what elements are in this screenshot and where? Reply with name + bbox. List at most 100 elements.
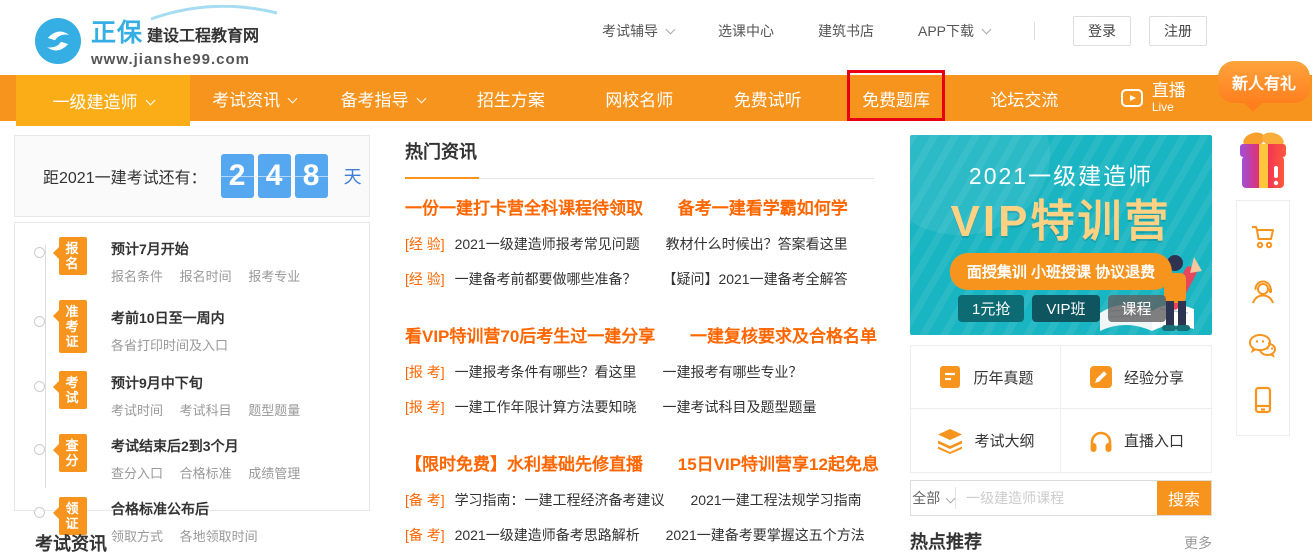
countdown-unit: 天 xyxy=(344,163,362,189)
news-tag: [经 验] xyxy=(405,271,445,287)
timeline-link[interactable]: 领取方式 xyxy=(111,529,163,544)
news-link[interactable]: 学习指南：一建工程经济备考建议 xyxy=(455,492,665,508)
search-input[interactable] xyxy=(956,481,1157,515)
news-headline-link[interactable]: 一份一建打卡营全科课程待领取 xyxy=(405,199,643,218)
chevron-down-icon xyxy=(666,25,676,35)
banner-button-one-yuan[interactable]: 1元抢 xyxy=(958,295,1024,322)
news-link[interactable]: 一建备考前都要做哪些准备？ xyxy=(455,271,637,287)
quicklink-exam-syllabus[interactable]: 考试大纲 xyxy=(911,409,1061,472)
timeline-link[interactable]: 各地领取时间 xyxy=(180,529,258,544)
topnav-app-download[interactable]: APP下载 xyxy=(918,21,990,41)
timeline-step-admission-ticket: 准考证 考前10日至一周内 各省打印时间及入口 xyxy=(15,300,369,356)
timeline-link[interactable]: 各省打印时间及入口 xyxy=(111,338,228,353)
timeline-title[interactable]: 合格标准公布后 xyxy=(111,497,369,519)
banner-pill: 面授集训 小班授课 协议退费 xyxy=(950,253,1172,290)
topnav-exam-coaching[interactable]: 考试辅导 xyxy=(602,21,674,41)
news-headline-link[interactable]: 【限时免费】水利基础先修直播 xyxy=(405,455,643,474)
timeline-link[interactable]: 考试科目 xyxy=(180,403,232,418)
news-link[interactable]: 【疑问】2021一建备考全解答 xyxy=(662,271,847,287)
chevron-down-icon xyxy=(145,96,155,106)
topnav-bookstore[interactable]: 建筑书店 xyxy=(818,21,874,41)
news-link[interactable]: 一建报考有哪些专业？ xyxy=(662,364,802,380)
login-button[interactable]: 登录 xyxy=(1073,16,1131,46)
register-button[interactable]: 注册 xyxy=(1149,16,1207,46)
news-link[interactable]: 教材什么时候出？答案看这里 xyxy=(666,236,848,252)
banner-button-courses[interactable]: 课程 xyxy=(1108,295,1166,322)
headphones-icon xyxy=(1088,428,1114,454)
site-logo[interactable]: 正保 建设工程教育网 www.jianshe99.com xyxy=(35,13,259,68)
timeline-link[interactable]: 题型题量 xyxy=(248,403,300,418)
nav-item-famous-teachers[interactable]: 网校名师 xyxy=(575,75,703,121)
news-link[interactable]: 一建考试科目及题型题量 xyxy=(662,399,816,415)
timeline-link[interactable]: 考试时间 xyxy=(111,403,163,418)
news-headline-link[interactable]: 一建复核要求及合格名单 xyxy=(690,327,877,346)
customer-service-icon[interactable] xyxy=(1249,278,1277,306)
live-tv-icon xyxy=(1120,87,1144,109)
quicklink-live-entrance[interactable]: 直播入口 xyxy=(1061,409,1211,472)
timeline-badge: 考试 xyxy=(59,371,87,409)
divider xyxy=(1034,22,1035,40)
news-link[interactable]: 一建报考条件有哪些？看这里 xyxy=(455,364,637,380)
floating-toolbar xyxy=(1236,200,1290,436)
timeline-link[interactable]: 查分入口 xyxy=(111,466,163,481)
news-headline-link[interactable]: 看VIP特训营70后考生过一建分享 xyxy=(405,327,655,346)
timeline-link[interactable]: 成绩管理 xyxy=(248,466,300,481)
timeline-title[interactable]: 预计9月中下旬 xyxy=(111,371,369,393)
timeline-title[interactable]: 考试结束后2到3个月 xyxy=(111,434,369,456)
topnav-course-center[interactable]: 选课中心 xyxy=(718,21,774,41)
cart-icon[interactable] xyxy=(1249,223,1277,251)
news-tag: [报 考] xyxy=(405,364,445,380)
newbie-gift-badge[interactable]: 新人有礼 xyxy=(1218,61,1310,103)
nav-item-forum[interactable]: 论坛交流 xyxy=(960,75,1088,121)
nav-item-live[interactable]: 直播 Live xyxy=(1089,75,1217,121)
nav-item-exam-news[interactable]: 考试资讯 xyxy=(190,75,318,121)
quicklink-past-papers[interactable]: 历年真题 xyxy=(911,346,1061,409)
timeline-link[interactable]: 报名时间 xyxy=(180,269,232,284)
timeline-link[interactable]: 合格标准 xyxy=(180,466,232,481)
timeline-badge: 报名 xyxy=(59,237,87,275)
news-tag: [备 考] xyxy=(405,527,445,543)
nav-item-free-question-bank[interactable]: 免费题库 xyxy=(832,75,960,121)
document-icon xyxy=(937,364,963,390)
banner-title: VIP特训营 xyxy=(910,185,1212,249)
wechat-icon[interactable] xyxy=(1248,333,1278,359)
news-link[interactable]: 2021一建工程法规学习指南 xyxy=(690,492,861,508)
news-link[interactable]: 2021一建备考要掌握这五个方法 xyxy=(666,527,865,543)
news-headline-link[interactable]: 15日VIP特训营享12起免息 xyxy=(678,455,879,474)
timeline-badge: 准考证 xyxy=(59,300,87,353)
timeline-title[interactable]: 预计7月开始 xyxy=(111,237,369,259)
timeline-link[interactable]: 报考专业 xyxy=(248,269,300,284)
search-category-dropdown[interactable]: 全部 xyxy=(911,481,955,515)
chevron-down-icon xyxy=(982,25,992,35)
divider xyxy=(405,177,875,179)
logo-url: www.jianshe99.com xyxy=(91,51,259,68)
logo-swoosh-icon xyxy=(35,18,81,64)
search-button[interactable]: 搜索 xyxy=(1157,481,1211,515)
timeline-badge: 查分 xyxy=(59,434,87,472)
timeline-title[interactable]: 考前10日至一周内 xyxy=(111,300,369,328)
exam-timeline: 报名 预计7月开始 报名条件 报名时间 报考专业 准考证 考前10日至一周内 各… xyxy=(14,222,370,511)
more-link[interactable]: 更多 xyxy=(1184,533,1212,553)
quick-links-grid: 历年真题 经验分享 考试大纲 直播入口 xyxy=(910,345,1212,473)
countdown-label: 距2021一建考试还有： xyxy=(43,164,207,188)
banner-button-vip-class[interactable]: VIP班 xyxy=(1032,295,1099,322)
mobile-icon[interactable] xyxy=(1250,386,1276,414)
vip-training-camp-banner[interactable]: 2021一级建造师 VIP特训营 面授集训 小班授课 协议退费 1元抢 VIP班… xyxy=(910,135,1212,335)
news-link[interactable]: 一建工作年限计算方法要知晓 xyxy=(455,399,637,415)
quicklink-experience-sharing[interactable]: 经验分享 xyxy=(1061,346,1211,409)
nav-item-free-trial[interactable]: 免费试听 xyxy=(704,75,832,121)
countdown-digit: 8 xyxy=(295,154,328,198)
gift-icon[interactable] xyxy=(1236,128,1290,190)
header: 正保 建设工程教育网 www.jianshe99.com 考试辅导 选课中心 建… xyxy=(0,0,1312,75)
news-link[interactable]: 2021一级建造师备考思路解析 xyxy=(455,527,640,543)
timeline-dot xyxy=(34,444,45,455)
news-link[interactable]: 2021一级建造师报考常见问题 xyxy=(455,236,640,252)
countdown-digit: 4 xyxy=(258,154,291,198)
nav-item-prep-guide[interactable]: 备考指导 xyxy=(318,75,446,121)
countdown-digits: 2 4 8 xyxy=(221,154,332,198)
nav-item-first-level-builder[interactable]: 一级建造师 xyxy=(16,75,190,126)
news-headline-link[interactable]: 备考一建看学霸如何学 xyxy=(678,199,848,218)
timeline-link[interactable]: 报名条件 xyxy=(111,269,163,284)
hot-news-title: 热门资讯 xyxy=(405,138,875,164)
nav-item-enrollment-plan[interactable]: 招生方案 xyxy=(447,75,575,121)
